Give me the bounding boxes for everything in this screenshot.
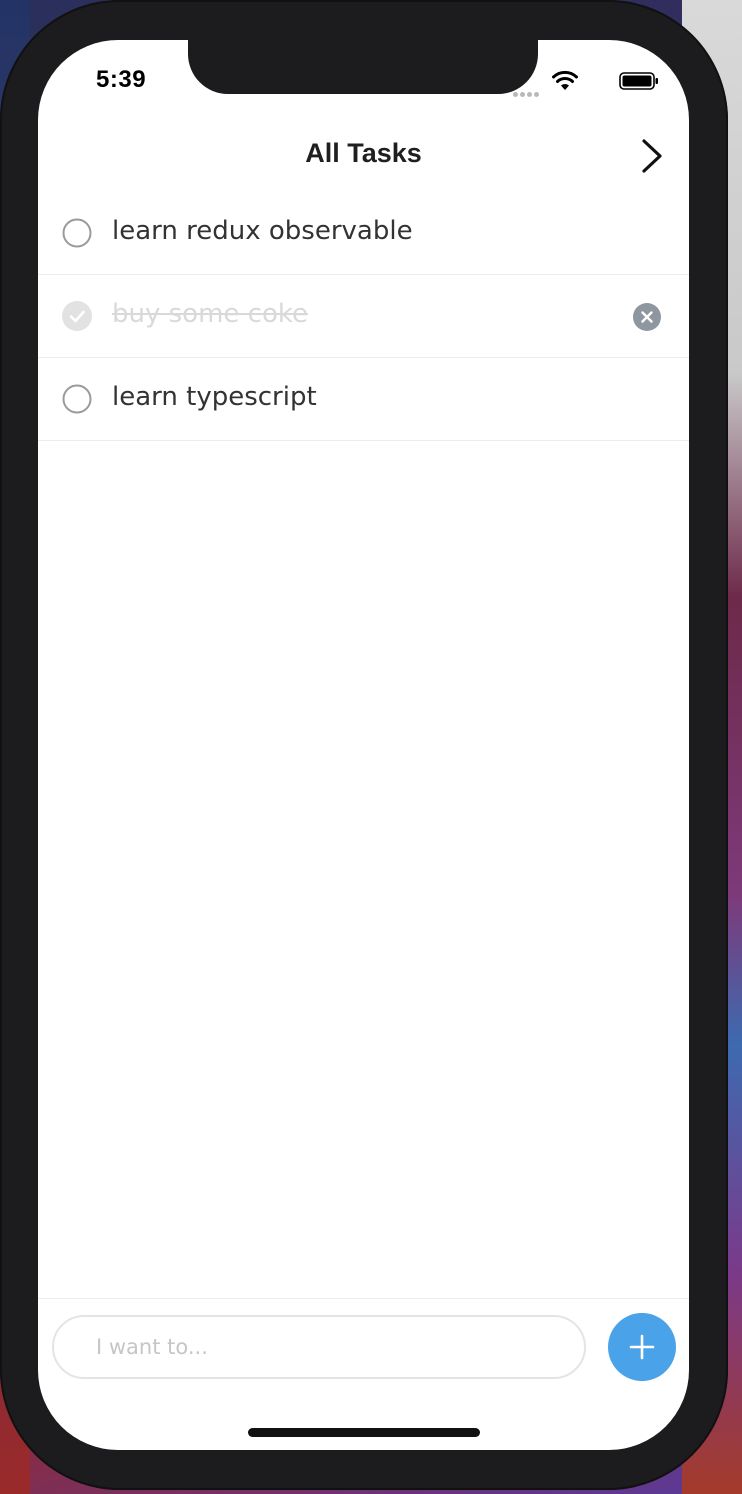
navigation-bar: All Tasks bbox=[38, 120, 689, 192]
task-list: learn redux observable buy some coke lea… bbox=[38, 192, 689, 441]
task-label: buy some coke bbox=[112, 299, 309, 329]
app-screen: 5:39 All Tasks learn redux observable bu… bbox=[38, 40, 689, 1450]
cellular-signal-icon bbox=[513, 84, 543, 97]
task-composer bbox=[38, 1298, 689, 1399]
notch bbox=[188, 40, 538, 94]
chevron-right-icon[interactable] bbox=[635, 136, 667, 176]
task-label: learn typescript bbox=[112, 382, 317, 412]
status-time: 5:39 bbox=[96, 66, 147, 93]
wifi-icon bbox=[552, 70, 578, 90]
page-title: All Tasks bbox=[305, 138, 422, 168]
checkbox-unchecked-icon[interactable] bbox=[62, 384, 92, 414]
task-label: learn redux observable bbox=[112, 216, 413, 246]
task-row[interactable]: learn redux observable bbox=[38, 192, 689, 275]
task-row[interactable]: learn typescript bbox=[38, 358, 689, 441]
new-task-input[interactable] bbox=[52, 1315, 586, 1379]
task-row-completed[interactable]: buy some coke bbox=[38, 275, 689, 358]
delete-icon[interactable] bbox=[633, 303, 661, 331]
battery-icon bbox=[619, 72, 658, 90]
add-task-button[interactable] bbox=[608, 1313, 676, 1381]
checkbox-unchecked-icon[interactable] bbox=[62, 218, 92, 248]
phone-frame: 5:39 All Tasks learn redux observable bu… bbox=[0, 0, 728, 1490]
checkbox-checked-icon[interactable] bbox=[62, 301, 92, 331]
plus-icon bbox=[629, 1334, 655, 1360]
home-indicator[interactable] bbox=[248, 1428, 480, 1437]
